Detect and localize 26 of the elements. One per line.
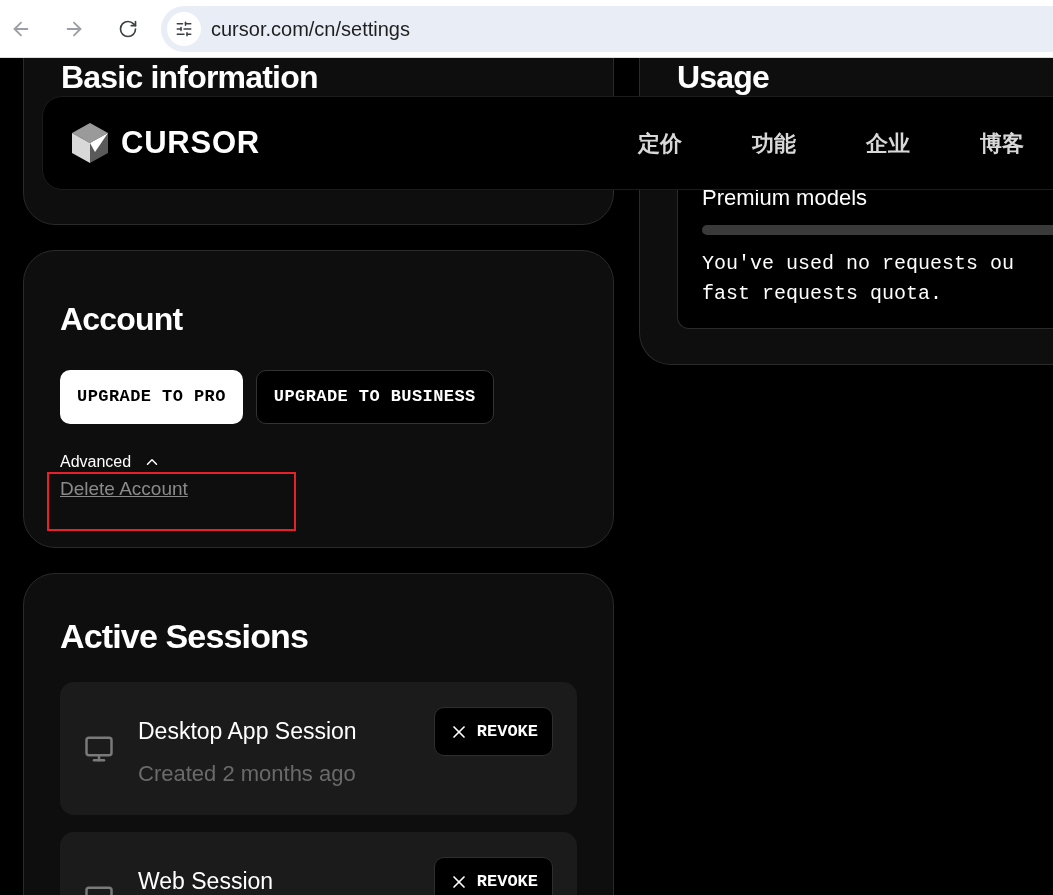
nav-link[interactable]: 博客 bbox=[980, 126, 1024, 160]
session-created: Created 2 months ago bbox=[138, 760, 357, 788]
nav-link[interactable]: 功能 bbox=[752, 126, 796, 160]
card-title: Active Sessions bbox=[60, 616, 310, 656]
card-title: Usage bbox=[677, 60, 771, 94]
monitor-icon bbox=[84, 734, 114, 764]
site-settings-icon[interactable] bbox=[175, 19, 193, 38]
upgrade-button[interactable]: UPGRADE TO PRO bbox=[60, 370, 243, 424]
delete-account-link[interactable]: Delete Account bbox=[60, 476, 188, 502]
revoke-button[interactable]: REVOKE bbox=[433, 857, 553, 895]
card-title: Basic information bbox=[61, 60, 319, 94]
url-text: cursor.com/cn/settings bbox=[211, 16, 410, 42]
advanced-toggle[interactable]: Advanced bbox=[60, 452, 162, 472]
logo-text: CURSOR bbox=[121, 123, 260, 162]
premium-models-label: Premium models bbox=[702, 186, 869, 210]
card-title: Account bbox=[60, 300, 184, 339]
upgrade-button[interactable]: UPGRADE TO BUSINESS bbox=[255, 370, 494, 424]
usage-note: You've used no requests ou fast requests quota. bbox=[702, 251, 1016, 307]
nav-link[interactable]: 企业 bbox=[866, 126, 910, 160]
revoke-button[interactable]: REVOKE bbox=[433, 707, 553, 756]
session-name: Web Session bbox=[138, 867, 275, 895]
nav-link[interactable]: 定价 bbox=[638, 126, 682, 160]
session-name: Desktop App Session bbox=[138, 717, 358, 745]
cube-logo-icon bbox=[71, 122, 109, 164]
address-bar[interactable]: cursor.com/cn/settings bbox=[161, 5, 1053, 52]
reload-icon[interactable] bbox=[118, 18, 138, 39]
